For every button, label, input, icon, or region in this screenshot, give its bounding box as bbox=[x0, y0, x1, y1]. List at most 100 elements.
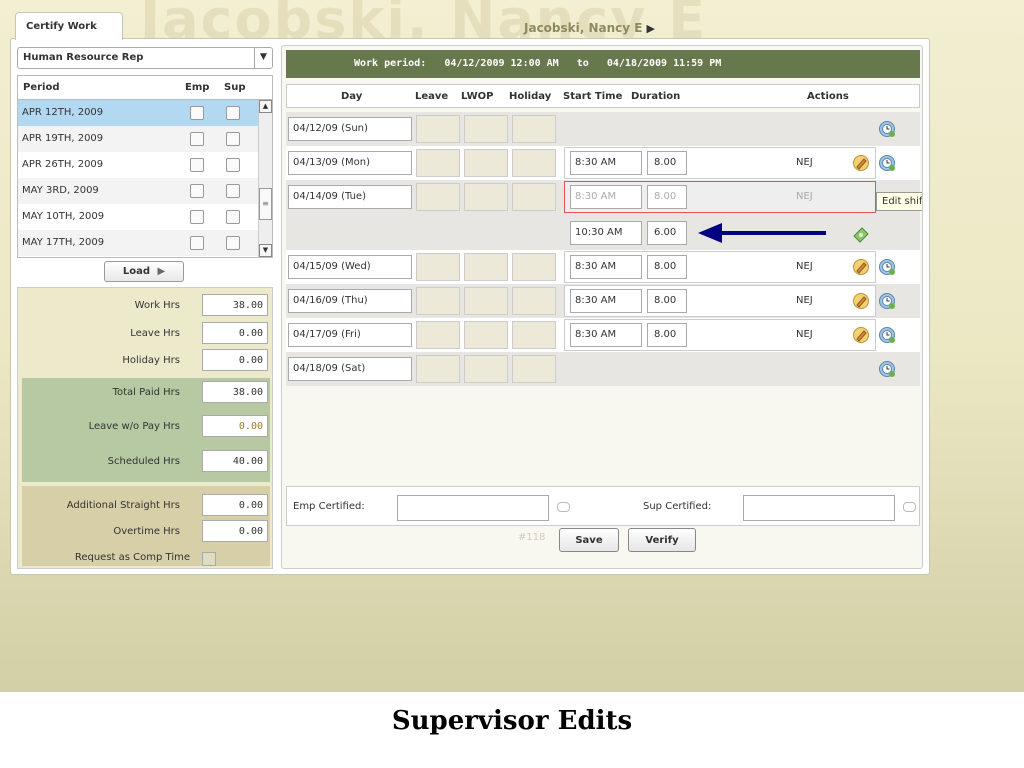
period-label: MAY 17TH, 2009 bbox=[22, 237, 105, 248]
edit-shift-icon[interactable] bbox=[852, 292, 870, 310]
leave-cell[interactable] bbox=[416, 115, 460, 143]
holiday-cell[interactable] bbox=[512, 253, 556, 281]
shift-code: NEJ bbox=[796, 157, 813, 168]
leave-cell[interactable] bbox=[416, 253, 460, 281]
save-button[interactable]: Save bbox=[559, 528, 619, 552]
duration-field[interactable]: 8.00 bbox=[647, 289, 687, 313]
add-shift-clock-icon[interactable] bbox=[878, 120, 896, 138]
certify-work-window: Human Resource Rep ▼ Period Emp Sup APR … bbox=[10, 38, 930, 575]
scroll-up-icon[interactable]: ▲ bbox=[259, 100, 272, 113]
lwop-cell[interactable] bbox=[464, 253, 508, 281]
column-header-emp[interactable]: Emp bbox=[185, 82, 209, 93]
emp-checkbox[interactable] bbox=[190, 184, 204, 198]
column-header-sup[interactable]: Sup bbox=[224, 82, 245, 93]
start-time-field[interactable]: 8:30 AM bbox=[570, 255, 642, 279]
holiday-cell[interactable] bbox=[512, 115, 556, 143]
lwop-cell[interactable] bbox=[464, 183, 508, 211]
holiday-cell[interactable] bbox=[512, 183, 556, 211]
emp-certified-field[interactable] bbox=[397, 495, 549, 521]
edit-shift-icon[interactable] bbox=[852, 258, 870, 276]
lwop-cell[interactable] bbox=[464, 149, 508, 177]
emp-checkbox[interactable] bbox=[190, 210, 204, 224]
tab-certify-work[interactable]: Certify Work bbox=[15, 12, 123, 40]
scroll-thumb[interactable]: ≡ bbox=[259, 188, 272, 220]
add-shift-clock-icon[interactable] bbox=[878, 154, 896, 172]
money-icon[interactable] bbox=[852, 225, 870, 243]
duration-field[interactable]: 8.00 bbox=[647, 255, 687, 279]
user-menu[interactable]: Jacobski, Nancy E ▶ bbox=[524, 21, 655, 35]
verify-button[interactable]: Verify bbox=[628, 528, 696, 552]
scroll-down-icon[interactable]: ▼ bbox=[259, 244, 272, 257]
user-menu-arrow-icon: ▶ bbox=[646, 22, 655, 35]
holiday-cell[interactable] bbox=[512, 287, 556, 315]
work-period-bar: Work period: 04/12/2009 12:00 AM to 04/1… bbox=[286, 50, 920, 78]
summary-additional: Additional Straight Hrs 0.00 bbox=[18, 494, 274, 518]
add-shift-clock-icon[interactable] bbox=[878, 292, 896, 310]
start-time-field[interactable]: 8:30 AM bbox=[570, 185, 642, 209]
period-row[interactable]: MAY 3RD, 2009 bbox=[18, 178, 272, 204]
work-period-label: Work period: bbox=[354, 58, 427, 69]
start-time-field[interactable]: 8:30 AM bbox=[570, 323, 642, 347]
duration-field[interactable]: 8.00 bbox=[647, 323, 687, 347]
column-header-start-time: Start Time bbox=[563, 91, 623, 102]
period-row[interactable]: MAY 17TH, 2009 bbox=[18, 230, 272, 256]
period-row[interactable]: APR 26TH, 2009 bbox=[18, 152, 272, 178]
add-shift-clock-icon[interactable] bbox=[878, 258, 896, 276]
sup-certified-field[interactable] bbox=[743, 495, 895, 521]
emp-checkbox[interactable] bbox=[190, 132, 204, 146]
comp-time-checkbox[interactable] bbox=[202, 552, 216, 566]
edit-shift-icon[interactable] bbox=[852, 326, 870, 344]
sup-checkbox[interactable] bbox=[226, 184, 240, 198]
period-scrollbar[interactable]: ▲ ≡ ▼ bbox=[258, 100, 272, 257]
role-select[interactable]: Human Resource Rep ▼ bbox=[17, 47, 273, 69]
shift-code: NEJ bbox=[796, 261, 813, 272]
chevron-down-icon[interactable]: ▼ bbox=[254, 48, 272, 68]
sup-checkbox[interactable] bbox=[226, 158, 240, 172]
period-row[interactable]: APR 12TH, 2009 bbox=[18, 100, 272, 126]
comment-icon[interactable] bbox=[557, 502, 570, 512]
sup-checkbox[interactable] bbox=[226, 210, 240, 224]
leave-cell[interactable] bbox=[416, 149, 460, 177]
leave-cell[interactable] bbox=[416, 287, 460, 315]
duration-field[interactable]: 8.00 bbox=[647, 185, 687, 209]
duration-field[interactable]: 8.00 bbox=[647, 151, 687, 175]
leave-cell[interactable] bbox=[416, 355, 460, 383]
day-label: 04/13/09 (Mon) bbox=[288, 151, 412, 175]
day-row-tue: 04/14/09 (Tue) 8:30 AM 8.00 NEJ 10:30 AM… bbox=[286, 180, 920, 250]
load-button[interactable]: Load ▶ bbox=[104, 261, 184, 282]
comp-time-label: Request as Comp Time bbox=[74, 552, 190, 563]
total-paid-value: 38.00 bbox=[202, 381, 268, 403]
summary-overtime: Overtime Hrs 0.00 bbox=[18, 520, 274, 544]
leave-cell[interactable] bbox=[416, 321, 460, 349]
day-label: 04/16/09 (Thu) bbox=[288, 289, 412, 313]
lwop-cell[interactable] bbox=[464, 287, 508, 315]
holiday-cell[interactable] bbox=[512, 321, 556, 349]
new-duration-field[interactable]: 6.00 bbox=[647, 221, 687, 245]
lwop-cell[interactable] bbox=[464, 115, 508, 143]
sup-certified-label: Sup Certified: bbox=[643, 501, 712, 512]
emp-certified-label: Emp Certified: bbox=[293, 501, 365, 512]
role-select-value: Human Resource Rep bbox=[23, 52, 144, 63]
comment-icon[interactable] bbox=[903, 502, 916, 512]
edit-shift-icon[interactable] bbox=[852, 154, 870, 172]
sup-checkbox[interactable] bbox=[226, 236, 240, 250]
lwop-cell[interactable] bbox=[464, 355, 508, 383]
leave-cell[interactable] bbox=[416, 183, 460, 211]
period-row[interactable]: MAY 10TH, 2009 bbox=[18, 204, 272, 230]
period-row[interactable]: APR 19TH, 2009 bbox=[18, 126, 272, 152]
holiday-cell[interactable] bbox=[512, 149, 556, 177]
start-time-field[interactable]: 8:30 AM bbox=[570, 289, 642, 313]
column-header-period[interactable]: Period bbox=[23, 82, 60, 93]
add-shift-clock-icon[interactable] bbox=[878, 360, 896, 378]
new-start-time-field[interactable]: 10:30 AM bbox=[570, 221, 642, 245]
work-hrs-value: 38.00 bbox=[202, 294, 268, 316]
start-time-field[interactable]: 8:30 AM bbox=[570, 151, 642, 175]
emp-checkbox[interactable] bbox=[190, 236, 204, 250]
emp-checkbox[interactable] bbox=[190, 158, 204, 172]
lwop-cell[interactable] bbox=[464, 321, 508, 349]
sup-checkbox[interactable] bbox=[226, 132, 240, 146]
holiday-cell[interactable] bbox=[512, 355, 556, 383]
sup-checkbox[interactable] bbox=[226, 106, 240, 120]
emp-checkbox[interactable] bbox=[190, 106, 204, 120]
add-shift-clock-icon[interactable] bbox=[878, 326, 896, 344]
